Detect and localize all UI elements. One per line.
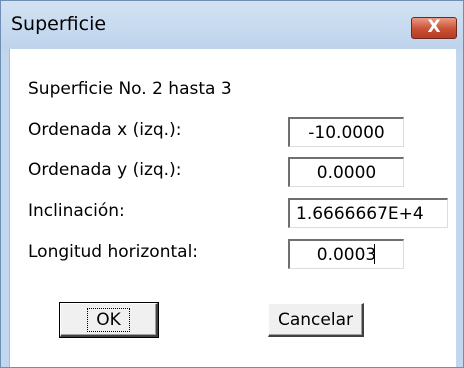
horizontal-length-input[interactable] [288,239,404,269]
inclination-input[interactable] [288,198,448,228]
inclination-label: Inclinación: [28,201,125,221]
text-caret [374,244,375,264]
horizontal-length-label: Longitud horizontal: [28,242,199,262]
title-bar[interactable]: Superficie X [1,1,463,49]
close-icon: X [427,17,441,37]
cancel-button[interactable]: Cancelar [268,303,364,337]
ok-button-label: OK [87,307,130,332]
ordinate-y-input[interactable] [288,157,404,187]
dialog-window: Superficie X Superficie No. 2 hasta 3 Or… [0,0,464,368]
ordinate-x-input[interactable] [288,117,404,147]
dialog-body: Superficie No. 2 hasta 3 Ordenada x (izq… [9,49,456,367]
ordinate-x-label: Ordenada x (izq.): [28,120,182,140]
window-title: Superficie [11,13,107,35]
surface-range-heading: Superficie No. 2 hasta 3 [28,79,232,99]
close-button[interactable]: X [411,17,457,39]
ok-button[interactable]: OK [59,302,159,338]
cancel-button-label: Cancelar [278,309,353,330]
ordinate-y-label: Ordenada y (izq.): [28,160,182,180]
